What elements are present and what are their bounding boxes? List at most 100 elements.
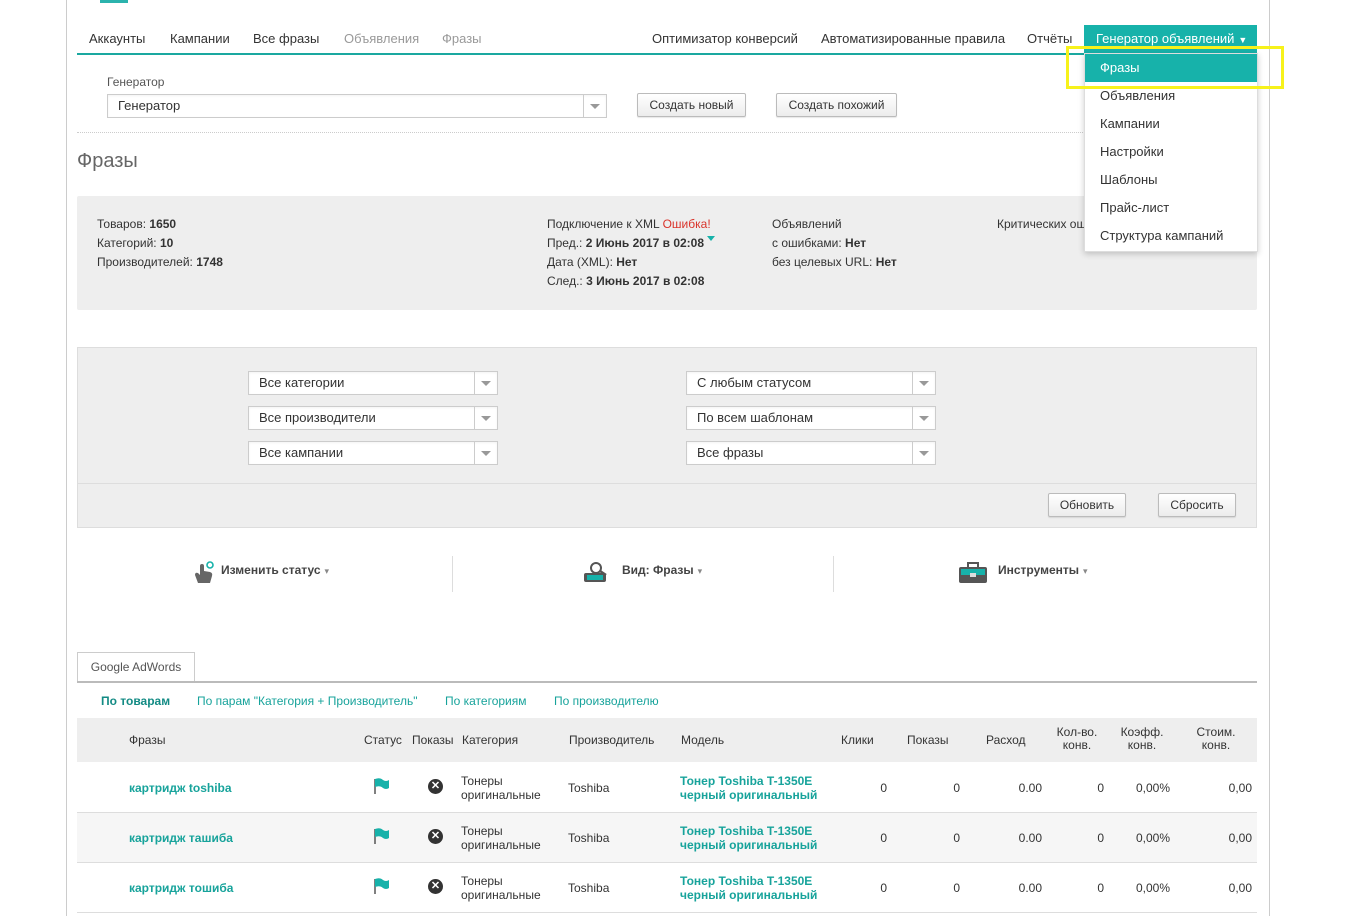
tools-menu[interactable]: Инструменты ▾ [998, 563, 1088, 577]
generator-select[interactable]: Генератор [107, 94, 607, 118]
conversion-rate-cell: 0,00% [1135, 781, 1170, 795]
nav-reports[interactable]: Отчёты [1027, 31, 1072, 46]
nav-accounts[interactable]: Аккаунты [89, 31, 145, 46]
dropdown-item-ads[interactable]: Объявления [1085, 82, 1257, 110]
phrase-filter-select[interactable]: Все фразы [686, 441, 936, 465]
manufacturer-cell: Toshiba [568, 781, 610, 795]
nav-all-phrases[interactable]: Все фразы [253, 31, 319, 46]
view-icon [584, 562, 607, 582]
model-link[interactable]: Тонер Toshiba T-1350E черный оригинальный [680, 824, 817, 852]
stat-xml-connection: Подключение к XML Ошибка! [547, 217, 711, 231]
change-status-menu[interactable]: Изменить статус ▾ [221, 563, 329, 577]
flag-icon[interactable] [372, 777, 390, 795]
close-circle-icon[interactable]: ✕ [428, 779, 443, 794]
close-circle-icon[interactable]: ✕ [428, 829, 443, 844]
dropdown-item-campaigns[interactable]: Кампании [1085, 110, 1257, 138]
nav-ad-generator-label: Генератор объявлений [1096, 31, 1235, 46]
impressions-cell: 0 [953, 881, 960, 895]
manufacturer-filter-select[interactable]: Все производители [248, 406, 498, 430]
phrase-link[interactable]: картридж ташиба [129, 831, 233, 845]
stat-critical: Критических ош [997, 217, 1087, 231]
template-filter-select[interactable]: По всем шаблонам [686, 406, 936, 430]
model-link[interactable]: Тонер Toshiba T-1350E черный оригинальный [680, 874, 817, 902]
cost-cell: 0.00 [1018, 781, 1042, 795]
status-filter-select[interactable]: С любым статусом [686, 371, 936, 395]
tab-underline [77, 681, 1257, 683]
col-phrases[interactable]: Фразы [129, 733, 165, 747]
campaign-filter-select[interactable]: Все кампании [248, 441, 498, 465]
subtab-by-manufacturer[interactable]: По производителю [554, 694, 659, 708]
table-header: Фразы Статус Показы Категория Производит… [77, 718, 1257, 762]
col-cost-per-conversion[interactable]: Стоим. конв. [1193, 726, 1239, 752]
view-menu[interactable]: Вид: Фразы ▾ [622, 563, 702, 577]
table-row: картридж ташиба ✕ Тонеры оригинальные Tos… [77, 813, 1257, 863]
flag-icon[interactable] [372, 827, 390, 845]
table-row: картридж тошиба ✕ Тонеры оригинальные Tos… [77, 863, 1257, 913]
dropdown-item-settings[interactable]: Настройки [1085, 138, 1257, 166]
col-manufacturer[interactable]: Производитель [569, 733, 654, 747]
close-circle-icon[interactable]: ✕ [428, 879, 443, 894]
dropdown-item-campaign-structure[interactable]: Структура кампаний [1085, 222, 1257, 250]
col-cost[interactable]: Расход [986, 733, 1026, 747]
generator-label: Генератор [107, 75, 165, 89]
col-conversions[interactable]: Кол-во. конв. [1053, 726, 1101, 752]
nav-automated-rules[interactable]: Автоматизированные правила [821, 31, 1005, 46]
chevron-down-icon [474, 442, 497, 464]
xml-error-status: Ошибка! [662, 217, 711, 231]
create-new-button[interactable]: Создать новый [637, 93, 746, 117]
nav-ad-generator[interactable]: Генератор объявлений ▼ [1084, 25, 1257, 53]
tab-google-adwords[interactable]: Google AdWords [77, 652, 195, 683]
col-status[interactable]: Статус [364, 733, 402, 747]
conversions-cell: 0 [1097, 881, 1104, 895]
divider [77, 132, 1257, 133]
refresh-button[interactable]: Обновить [1048, 493, 1126, 517]
subtab-by-categories[interactable]: По категориям [445, 694, 527, 708]
create-similar-button[interactable]: Создать похожий [776, 93, 897, 117]
page-title: Фразы [77, 150, 138, 172]
flag-icon[interactable] [372, 877, 390, 895]
impressions-cell: 0 [953, 781, 960, 795]
dropdown-item-templates[interactable]: Шаблоны [1085, 166, 1257, 194]
chevron-down-icon [912, 442, 935, 464]
clicks-cell: 0 [880, 831, 887, 845]
col-impressions[interactable]: Показы [907, 733, 948, 747]
caret-down-icon: ▼ [1238, 35, 1248, 45]
model-link[interactable]: Тонер Toshiba T-1350E черный оригинальный [680, 774, 817, 802]
col-clicks[interactable]: Клики [841, 733, 874, 747]
col-category[interactable]: Категория [462, 733, 518, 747]
nav-campaigns[interactable]: Кампании [170, 31, 230, 46]
category-cell: Тонеры оригинальные [461, 824, 541, 852]
cost-per-conversion-cell: 0,00 [1228, 881, 1252, 895]
impressions-cell: 0 [953, 831, 960, 845]
dropdown-item-phrases[interactable]: Фразы [1085, 54, 1257, 82]
table-row: картридж toshiba ✕ Тонеры оригинальные To… [77, 763, 1257, 813]
ad-generator-dropdown: Фразы Объявления Кампании Настройки Шабл… [1084, 53, 1258, 252]
col-model[interactable]: Модель [681, 733, 724, 747]
caret-down-icon: ▾ [1083, 566, 1088, 576]
filter-panel: Все категории Все производители Все камп… [77, 347, 1257, 528]
category-cell: Тонеры оригинальные [461, 874, 541, 902]
phrase-link[interactable]: картридж toshiba [129, 781, 232, 795]
reset-button[interactable]: Сбросить [1158, 493, 1236, 517]
col-conversion-rate[interactable]: Коэфф. конв. [1117, 726, 1167, 752]
subtab-by-products[interactable]: По товарам [101, 694, 170, 708]
chevron-down-icon [474, 407, 497, 429]
dropdown-item-price-list[interactable]: Прайс-лист [1085, 194, 1257, 222]
stats-panel: Товаров: 1650 Категорий: 10 Производител… [77, 196, 1257, 310]
stat-categories: Категорий: 10 [97, 236, 174, 250]
nav-conversion-optimizer[interactable]: Оптимизатор конверсий [652, 31, 798, 46]
top-nav: Аккаунты Кампании Все фразы Объявления Ф… [77, 25, 1257, 55]
nav-phrases[interactable]: Фразы [442, 31, 482, 46]
toolbox-icon [959, 562, 987, 583]
stat-ads-no-url: без целевых URL: Нет [772, 255, 897, 269]
category-filter-select[interactable]: Все категории [248, 371, 498, 395]
subtab-by-category-manufacturer[interactable]: По парам "Категория + Производитель" [197, 694, 417, 708]
col-impressions-toggle[interactable]: Показы [412, 733, 453, 747]
stat-products: Товаров: 1650 [97, 217, 177, 231]
stat-ads: Объявлений [772, 217, 842, 231]
phrase-link[interactable]: картридж тошиба [129, 881, 233, 895]
expand-triangle-icon[interactable] [707, 236, 716, 241]
stat-prev-run: Пред.: 2 Июнь 2017 в 02:08 [547, 236, 716, 250]
nav-ads[interactable]: Объявления [344, 31, 419, 46]
cost-per-conversion-cell: 0,00 [1228, 781, 1252, 795]
